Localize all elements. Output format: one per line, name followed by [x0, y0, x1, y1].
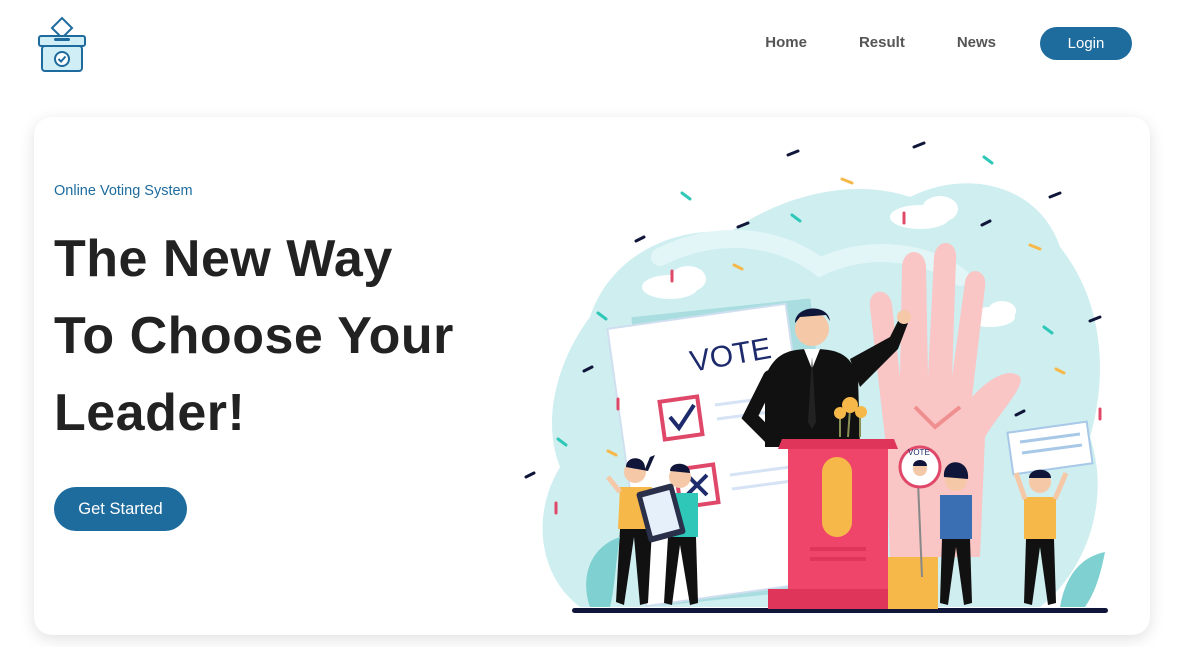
main-nav: Home Result News Login [765, 26, 1132, 60]
logo[interactable] [36, 16, 88, 74]
headline-line-1: The New Way [54, 230, 393, 288]
nav-result-link[interactable]: Result [859, 26, 905, 60]
login-button[interactable]: Login [1040, 26, 1132, 60]
ballot-box-icon [38, 16, 86, 72]
get-started-button[interactable]: Get Started [54, 487, 187, 531]
hero-card: Online Voting System The New Way To Choo… [34, 117, 1150, 635]
nav-news-link[interactable]: News [957, 26, 996, 60]
voting-illustration: VOTE VOTE [524, 141, 1108, 613]
headline-line-2: To Choose Your [54, 307, 454, 365]
hero-kicker: Online Voting System [54, 183, 193, 199]
hero-headline: The New Way To Choose Your Leader! [54, 221, 454, 452]
sign-vote-text: VOTE [908, 448, 930, 457]
nav-home-link[interactable]: Home [765, 26, 807, 60]
headline-line-3: Leader! [54, 384, 246, 442]
